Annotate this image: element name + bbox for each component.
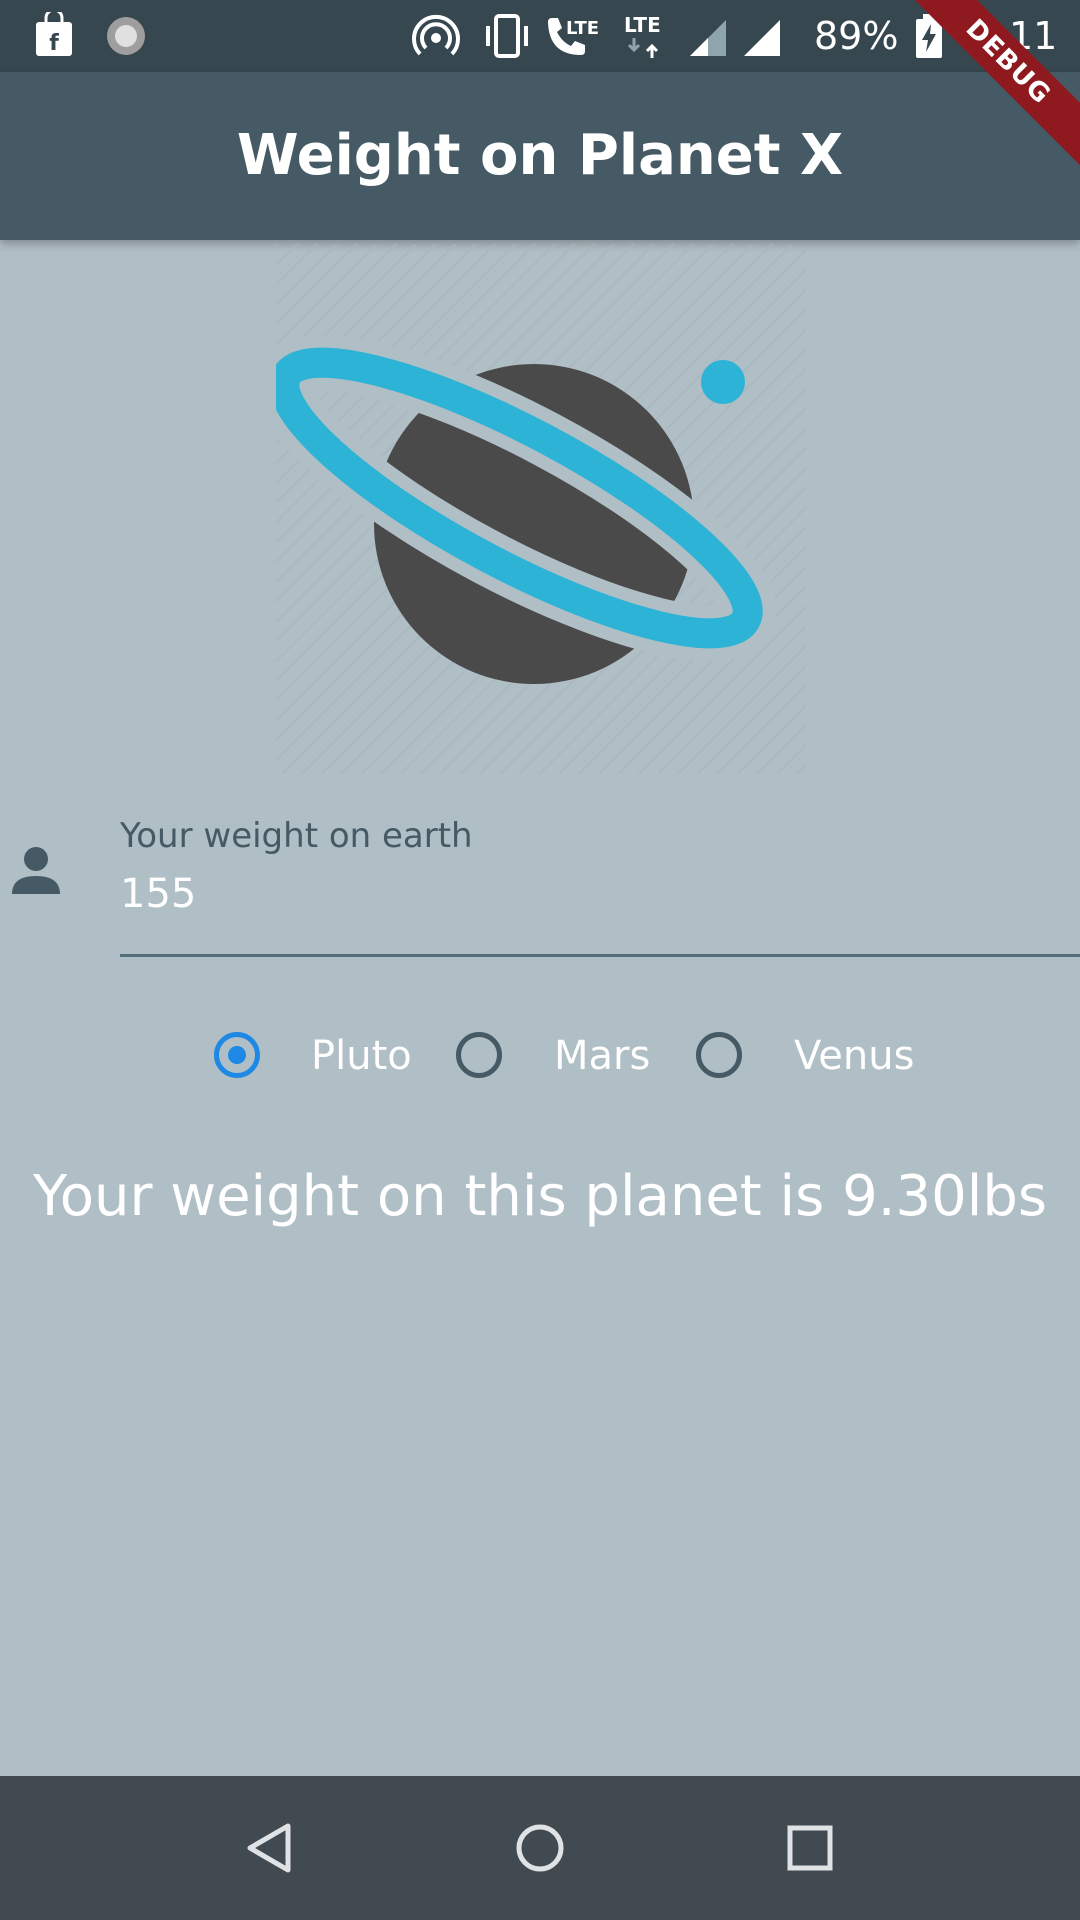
- weight-input-label: Your weight on earth: [120, 816, 473, 856]
- recents-icon[interactable]: [774, 1812, 846, 1884]
- lte-call-icon: LTE: [548, 18, 599, 55]
- weight-input[interactable]: [120, 866, 1060, 922]
- radio-label-venus[interactable]: Venus: [794, 1026, 914, 1086]
- lte-data-icon: LTE: [624, 13, 661, 58]
- page-title: Weight on Planet X: [236, 123, 844, 188]
- radio-pluto[interactable]: [214, 1032, 260, 1078]
- radio-label-pluto[interactable]: Pluto: [311, 1026, 412, 1086]
- battery-percent: 89%: [814, 14, 899, 58]
- home-icon[interactable]: [504, 1812, 576, 1884]
- shopping-bag-icon: f: [36, 12, 72, 56]
- back-icon[interactable]: [234, 1812, 306, 1884]
- person-icon: [12, 847, 60, 894]
- signal-icon: [690, 20, 726, 56]
- loading-spinner-icon: [107, 17, 145, 55]
- svg-text:f: f: [49, 31, 59, 56]
- radio-mars[interactable]: [456, 1032, 502, 1078]
- signal-full-icon: [744, 20, 780, 56]
- planet-radio-group: Pluto Mars Venus: [0, 1026, 1080, 1092]
- clock: 8:11: [972, 14, 1058, 58]
- battery-charging-icon: [916, 14, 942, 58]
- app-bar: Weight on Planet X: [0, 72, 1080, 240]
- weight-input-underline: [120, 954, 1080, 957]
- hotspot-icon: [412, 14, 460, 56]
- planet-logo: [276, 244, 806, 774]
- radio-venus[interactable]: [696, 1032, 742, 1078]
- status-bar: f LTE LTE 89% 8:11: [0, 0, 1080, 72]
- navigation-bar: [0, 1776, 1080, 1920]
- vibrate-icon: [486, 14, 528, 58]
- svg-text:LTE: LTE: [566, 18, 599, 39]
- radio-label-mars[interactable]: Mars: [554, 1026, 650, 1086]
- svg-text:LTE: LTE: [624, 13, 661, 37]
- result-text: Your weight on this planet is 9.30lbs: [32, 1164, 1048, 1229]
